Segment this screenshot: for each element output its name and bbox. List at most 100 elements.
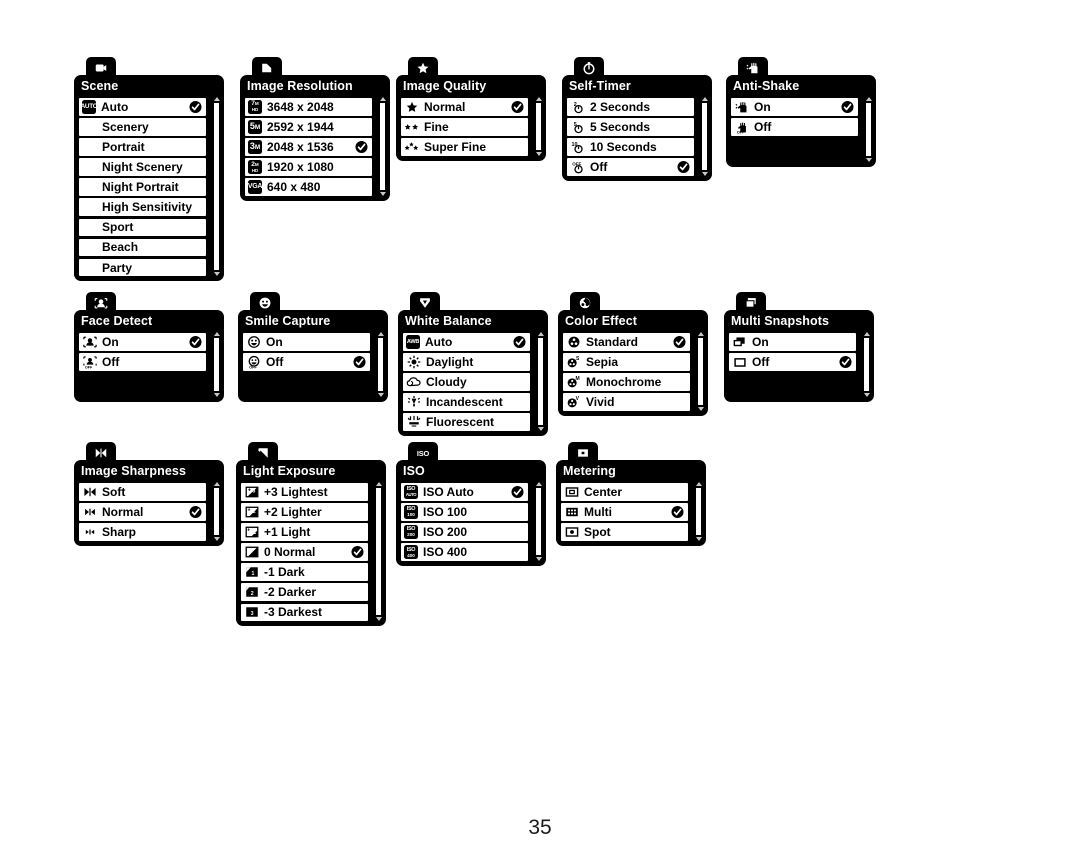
option-row[interactable]: Daylight (402, 352, 531, 372)
option-row[interactable]: ISO 200 ISO 200 (400, 522, 529, 542)
scrollbar-track[interactable] (535, 102, 542, 151)
option-row[interactable]: V Vivid (562, 392, 691, 412)
tab-scene[interactable] (86, 57, 116, 79)
scroll-up-arrow-icon[interactable] (213, 97, 220, 101)
option-row[interactable]: Soft (78, 482, 207, 502)
scroll-down-arrow-icon[interactable] (213, 272, 220, 277)
scrollbar[interactable] (700, 97, 709, 176)
scrollbar-track[interactable] (379, 102, 386, 191)
option-row[interactable]: Spot (560, 522, 689, 542)
tab-color-effect[interactable] (570, 292, 600, 314)
scrollbar-track[interactable] (695, 487, 702, 536)
option-row[interactable]: 1 + +1 Light (240, 522, 369, 542)
option-row[interactable]: VGA 640 x 480 (244, 177, 373, 197)
tab-image-resolution[interactable] (252, 57, 282, 79)
option-row[interactable]: On (242, 332, 371, 352)
scroll-down-arrow-icon[interactable] (535, 151, 542, 156)
option-row[interactable]: Party (78, 257, 207, 278)
option-row[interactable]: Normal (78, 502, 207, 522)
scrollbar-track[interactable] (377, 337, 384, 392)
scroll-down-arrow-icon[interactable] (213, 536, 220, 541)
scrollbar[interactable] (694, 482, 703, 541)
scrollbar-track[interactable] (213, 487, 220, 536)
option-row[interactable]: OFF Off (78, 352, 207, 372)
option-row[interactable]: Standard (562, 332, 691, 352)
scrollbar[interactable] (864, 97, 873, 162)
option-row[interactable]: High Sensitivity (78, 197, 207, 217)
option-row[interactable]: On (78, 332, 207, 352)
scroll-up-arrow-icon[interactable] (537, 332, 544, 336)
scrollbar[interactable] (212, 332, 221, 397)
scroll-down-arrow-icon[interactable] (379, 191, 386, 196)
scroll-down-arrow-icon[interactable] (375, 617, 382, 622)
scrollbar[interactable] (212, 97, 221, 277)
scroll-up-arrow-icon[interactable] (535, 482, 542, 486)
option-row[interactable]: Center (560, 482, 689, 502)
option-row[interactable]: 3 -3 Darkest (240, 602, 369, 623)
scrollbar[interactable] (534, 482, 543, 561)
option-row[interactable]: 7M HD 3648 x 2048 (244, 97, 373, 117)
option-row[interactable]: ISO AUTO ISO Auto (400, 482, 529, 502)
option-row[interactable]: AWB Auto (402, 332, 531, 352)
scroll-up-arrow-icon[interactable] (213, 332, 220, 336)
scroll-down-arrow-icon[interactable] (865, 157, 872, 162)
tab-light-exposure[interactable] (248, 442, 278, 464)
option-row[interactable]: 2 2 Seconds (566, 97, 695, 117)
scrollbar-track[interactable] (535, 487, 542, 556)
scrollbar[interactable] (862, 332, 871, 397)
option-row[interactable]: 2 -2 Darker (240, 582, 369, 602)
scrollbar-track[interactable] (701, 102, 708, 171)
option-row[interactable]: 5 5 Seconds (566, 117, 695, 137)
option-row[interactable]: 2 + +2 Lighter (240, 502, 369, 522)
scrollbar-track[interactable] (863, 337, 870, 392)
option-row[interactable]: OFF Off (566, 157, 695, 177)
scroll-up-arrow-icon[interactable] (377, 332, 384, 336)
tab-metering[interactable] (568, 442, 598, 464)
scrollbar[interactable] (536, 332, 545, 431)
option-row[interactable]: 3 + +3 Lightest (240, 482, 369, 502)
option-row[interactable]: 3M 2048 x 1536 (244, 137, 373, 157)
scrollbar-track[interactable] (865, 102, 872, 157)
option-row[interactable]: 10 10 Seconds (566, 137, 695, 157)
scrollbar-track[interactable] (213, 337, 220, 392)
option-row[interactable]: M Monochrome (562, 372, 691, 392)
option-row[interactable]: Sharp (78, 522, 207, 542)
scroll-up-arrow-icon[interactable] (701, 97, 708, 101)
scroll-down-arrow-icon[interactable] (697, 406, 704, 411)
tab-iso[interactable]: ISO (408, 442, 438, 464)
scroll-down-arrow-icon[interactable] (537, 426, 544, 431)
scrollbar[interactable] (212, 482, 221, 541)
scrollbar[interactable] (376, 332, 385, 397)
scrollbar[interactable] (534, 97, 543, 156)
scroll-up-arrow-icon[interactable] (695, 482, 702, 486)
option-row[interactable]: S Sepia (562, 352, 691, 372)
option-row[interactable]: Beach (78, 237, 207, 258)
tab-face-detect[interactable] (86, 292, 116, 314)
option-row[interactable]: Night Scenery (78, 157, 207, 177)
option-row[interactable]: 1 -1 Dark (240, 562, 369, 582)
option-row[interactable]: On (728, 332, 857, 352)
tab-self-timer[interactable] (574, 57, 604, 79)
option-row[interactable]: Incandescent (402, 392, 531, 412)
option-row[interactable]: AUTO Auto (78, 97, 207, 117)
option-row[interactable]: 2M HD 1920 x 1080 (244, 157, 373, 177)
option-row[interactable]: Cloudy (402, 372, 531, 392)
scroll-down-arrow-icon[interactable] (535, 556, 542, 561)
option-row[interactable]: 5M 2592 x 1944 (244, 117, 373, 137)
scroll-up-arrow-icon[interactable] (697, 332, 704, 336)
option-row[interactable]: Night Portrait (78, 177, 207, 197)
scrollbar-track[interactable] (537, 337, 544, 426)
tab-anti-shake[interactable] (738, 57, 768, 79)
option-row[interactable]: On (730, 97, 859, 117)
scroll-up-arrow-icon[interactable] (865, 97, 872, 101)
tab-image-sharpness[interactable] (86, 442, 116, 464)
option-row[interactable]: Portrait (78, 137, 207, 157)
scroll-down-arrow-icon[interactable] (213, 392, 220, 397)
tab-smile-capture[interactable] (250, 292, 280, 314)
tab-image-quality[interactable] (408, 57, 438, 79)
option-row[interactable]: Super Fine (400, 137, 529, 157)
option-row[interactable]: Normal (400, 97, 529, 117)
scrollbar[interactable] (378, 97, 387, 196)
option-row[interactable]: Sport (78, 217, 207, 238)
scrollbar[interactable] (374, 482, 383, 622)
